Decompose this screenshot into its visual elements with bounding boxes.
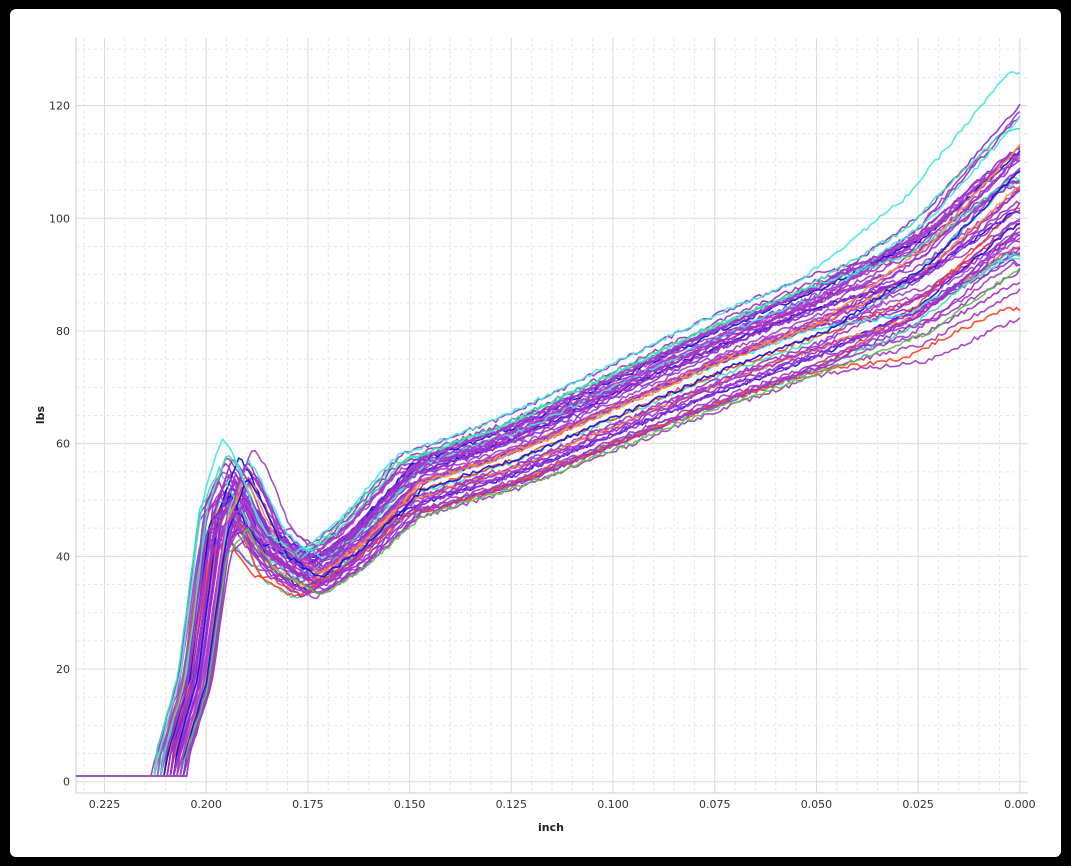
series-line: [76, 115, 1021, 777]
line-chart: 0.225 0.200 0.175 0.150 0.125 0.100 0.075 0.050…: [34, 38, 1036, 834]
y-axis-label: lbs: [34, 405, 47, 424]
x-tick-label: 0.075: [699, 798, 731, 811]
x-tick-label: 0.100: [597, 798, 629, 811]
series-line: [76, 116, 1021, 777]
x-tick-label: 0.200: [190, 798, 222, 811]
y-tick-label: 120: [49, 100, 70, 113]
x-tick-label: 0.225: [89, 798, 121, 811]
y-tick-label: 0: [63, 776, 70, 789]
x-tick-label: 0.000: [1004, 798, 1036, 811]
y-tick-label: 20: [56, 663, 70, 676]
x-tick-label: 0.125: [496, 798, 528, 811]
y-tick-label: 100: [49, 212, 70, 225]
y-tick-label: 80: [56, 325, 70, 338]
series-line: [76, 152, 1021, 777]
x-tick-label: 0.175: [292, 798, 324, 811]
x-tick-label: 0.050: [801, 798, 833, 811]
y-tick-label: 60: [56, 438, 70, 451]
series-line: [76, 218, 1021, 777]
series-line: [76, 200, 1021, 777]
x-tick-label: 0.150: [394, 798, 426, 811]
series-lines: [76, 71, 1021, 777]
series-line: [76, 152, 1020, 777]
x-tick-label: 0.025: [902, 798, 934, 811]
y-axis-tick-labels: 0 20 40 60 80 100 120: [49, 100, 70, 789]
y-tick-label: 40: [56, 550, 70, 563]
x-axis-label: inch: [538, 821, 564, 834]
x-axis-tick-labels: 0.225 0.200 0.175 0.150 0.125 0.100 0.075 0.050…: [89, 798, 1036, 811]
